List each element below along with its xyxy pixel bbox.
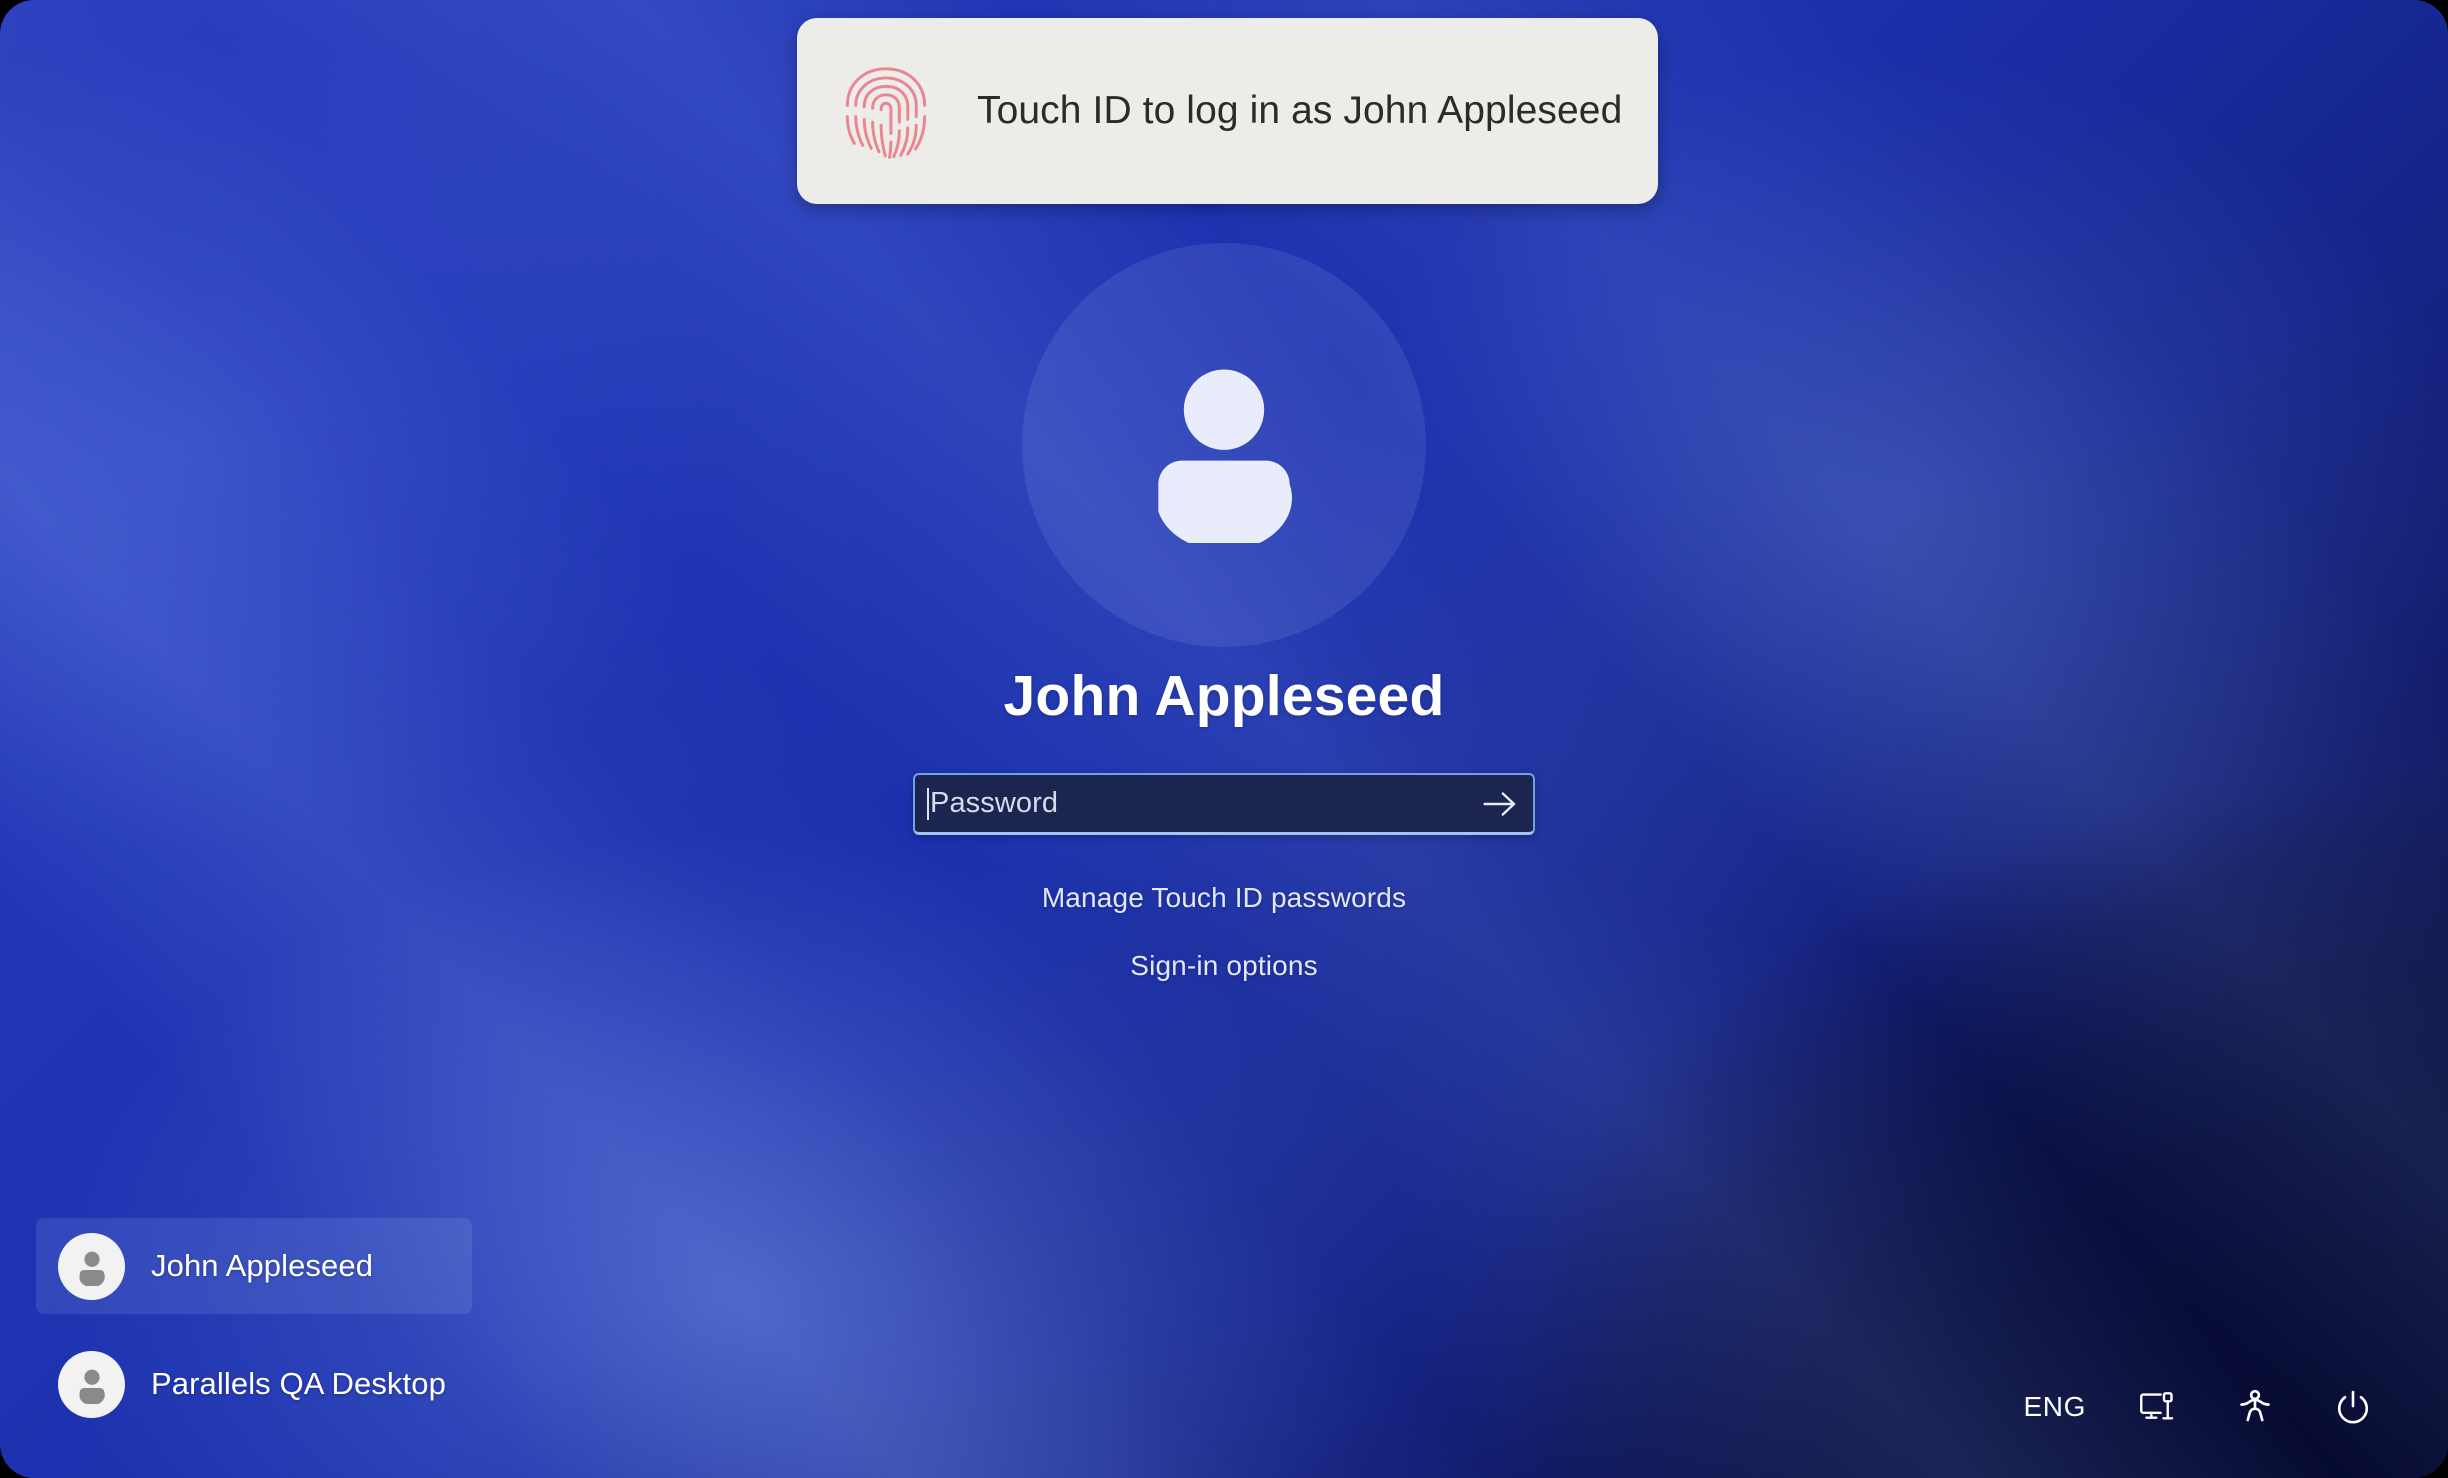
language-indicator[interactable]: ENG	[2002, 1372, 2108, 1442]
sign-in-options-link[interactable]: Sign-in options	[1130, 950, 1317, 982]
user-avatar-icon	[58, 1232, 125, 1300]
user-switcher: John Appleseed Parallels QA Desktop	[36, 1218, 472, 1432]
submit-password-button[interactable]	[1473, 778, 1527, 830]
lock-screen: Touch ID to log in as John Appleseed Joh…	[0, 0, 2448, 1478]
system-tray: ENG	[2002, 1372, 2402, 1442]
user-switcher-item-label: Parallels QA Desktop	[151, 1366, 446, 1401]
password-input[interactable]: Password	[930, 787, 1473, 820]
network-ethernet-icon[interactable]	[2108, 1372, 2206, 1442]
accessibility-icon[interactable]	[2206, 1372, 2304, 1442]
avatar	[1022, 243, 1426, 647]
user-avatar-icon	[58, 1350, 125, 1418]
text-cursor	[927, 787, 929, 820]
user-avatar-icon	[1126, 347, 1322, 551]
manage-touch-id-passwords-link[interactable]: Manage Touch ID passwords	[1042, 882, 1406, 914]
power-icon[interactable]	[2304, 1372, 2402, 1442]
page-title: John Appleseed	[1003, 664, 1445, 728]
user-switcher-item-parallels-qa-desktop[interactable]: Parallels QA Desktop	[36, 1336, 472, 1432]
user-switcher-item-john-appleseed[interactable]: John Appleseed	[36, 1218, 472, 1314]
password-field-container[interactable]: Password	[913, 773, 1535, 835]
user-switcher-item-label: John Appleseed	[151, 1248, 374, 1283]
